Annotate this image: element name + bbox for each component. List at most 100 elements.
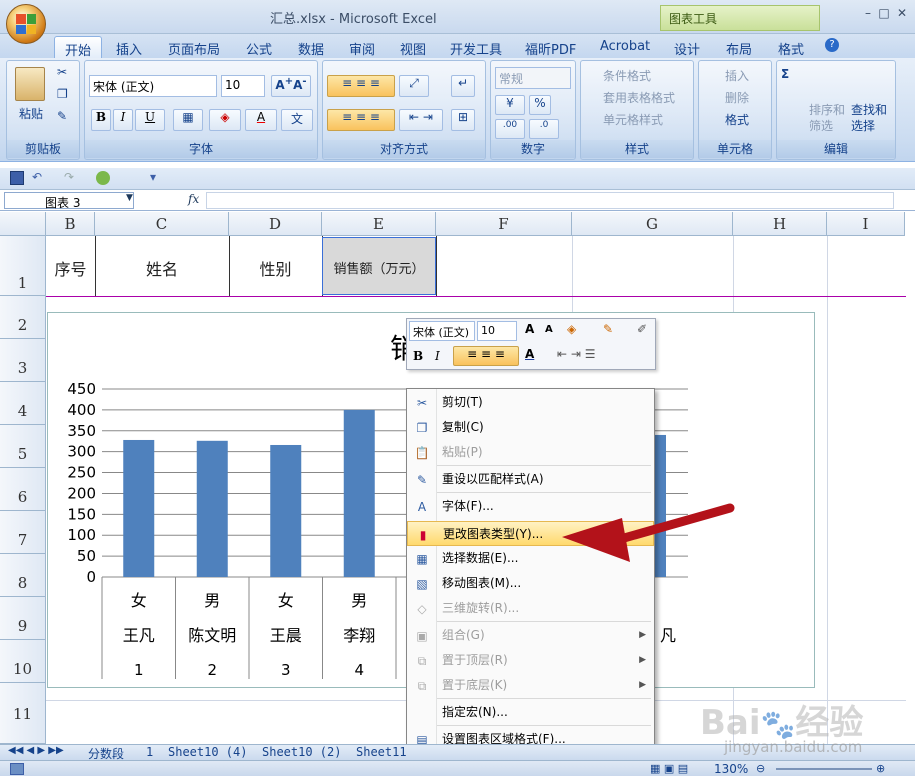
tab-format[interactable]: 格式	[768, 36, 814, 58]
menu-item-copy[interactable]: ❐ 复制(C)	[407, 415, 654, 440]
redo-icon[interactable]: ↷	[64, 170, 74, 184]
menu-item-reset-style[interactable]: ✎ 重设以匹配样式(A)	[407, 467, 654, 492]
accounting-format-button[interactable]: ¥	[495, 95, 525, 115]
sheet-nav-icons[interactable]: ◀◀ ◀ ▶ ▶▶	[8, 745, 64, 756]
name-box-dropdown-icon[interactable]: ▼	[126, 193, 133, 203]
row-header-8[interactable]: 8	[0, 554, 46, 597]
row-header-3[interactable]: 3	[0, 339, 46, 382]
horizontal-align-buttons[interactable]: ≡ ≡ ≡	[327, 109, 395, 131]
font-name-box[interactable]: 宋体 (正文)	[89, 75, 217, 97]
sheet-tab-5[interactable]: Sheet11	[352, 745, 411, 760]
menu-item-rotate-3d[interactable]: ◇ 三维旋转(R)...	[407, 596, 654, 621]
font-color-button[interactable]: A	[245, 109, 277, 131]
row-header-1[interactable]: 1	[0, 236, 46, 296]
help-icon[interactable]: ?	[825, 38, 839, 52]
name-box[interactable]: 图表 3	[4, 192, 134, 210]
sort-filter-button[interactable]: 排序和	[809, 101, 845, 118]
zoom-out-icon[interactable]: ⊖	[756, 762, 765, 775]
sum-button[interactable]: Σ	[781, 67, 789, 81]
font-grow-shrink-button[interactable]: A+A-	[271, 75, 311, 97]
tab-page-layout[interactable]: 页面布局	[158, 36, 230, 58]
phonetic-button[interactable]: 文	[281, 109, 313, 131]
sheet-tab-6[interactable]	[660, 745, 668, 760]
mini-fill-color-icon[interactable]: ◈	[567, 322, 576, 336]
column-header-c[interactable]: C	[95, 212, 229, 236]
tab-insert[interactable]: 插入	[106, 36, 152, 58]
tab-acrobat[interactable]: Acrobat	[590, 36, 660, 58]
mini-highlight-icon[interactable]: ✎	[603, 322, 613, 336]
number-format-box[interactable]: 常规	[495, 67, 571, 89]
tab-view[interactable]: 视图	[390, 36, 436, 58]
bar[interactable]	[270, 444, 302, 577]
increase-decimal-button[interactable]: .00	[495, 119, 525, 139]
delete-cells-button[interactable]: 删除	[725, 89, 749, 106]
tab-foxit-pdf[interactable]: 福昕PDF	[515, 36, 586, 58]
row-header-7[interactable]: 7	[0, 511, 46, 554]
format-cells-button[interactable]: 格式	[725, 111, 749, 128]
mini-format-painter-icon[interactable]: ✐	[637, 322, 647, 336]
column-header-f[interactable]: F	[436, 212, 572, 236]
bold-button[interactable]: B	[91, 109, 111, 131]
mini-bold-button[interactable]: B	[413, 349, 423, 363]
bar[interactable]	[123, 439, 155, 577]
row-header-5[interactable]: 5	[0, 425, 46, 468]
column-header-i[interactable]: I	[827, 212, 905, 236]
cut-icon[interactable]: ✂	[57, 65, 67, 79]
tab-review[interactable]: 审阅	[339, 36, 385, 58]
mini-font-name[interactable]: 宋体 (正文)	[409, 321, 475, 341]
undo-icon[interactable]: ↶	[32, 170, 42, 184]
indent-buttons[interactable]: ⇤ ⇥	[399, 109, 443, 131]
menu-item-macro[interactable]: 指定宏(N)...	[407, 700, 654, 725]
close-button[interactable]: ✕	[890, 6, 914, 24]
office-button[interactable]	[6, 4, 46, 44]
function-icon[interactable]: fx	[188, 192, 199, 206]
formula-input[interactable]	[206, 192, 894, 209]
row-header-11[interactable]: 11	[0, 683, 46, 744]
vertical-align-buttons[interactable]: ≡ ≡ ≡	[327, 75, 395, 97]
cell-e1[interactable]: 销售额（万元）	[322, 237, 436, 295]
row-header-10[interactable]: 10	[0, 640, 46, 683]
tab-data[interactable]: 数据	[288, 36, 334, 58]
bar[interactable]	[196, 440, 228, 577]
fill-color-button[interactable]: ◈	[209, 109, 241, 131]
column-header-d[interactable]: D	[229, 212, 322, 236]
menu-item-paste[interactable]: 📋 粘贴(P)	[407, 440, 654, 465]
menu-item-move-chart[interactable]: ▧ 移动图表(M)...	[407, 571, 654, 596]
format-as-table-button[interactable]: 套用表格格式	[603, 89, 675, 106]
record-macro-icon[interactable]	[10, 763, 24, 775]
menu-item-send-back[interactable]: ⧉ 置于底层(K) ▶	[407, 673, 654, 698]
tab-formulas[interactable]: 公式	[236, 36, 282, 58]
row-header-4[interactable]: 4	[0, 382, 46, 425]
font-size-box[interactable]: 10	[221, 75, 265, 97]
merge-center-button[interactable]: ⊞	[451, 109, 475, 131]
cell-d1[interactable]: 性别	[229, 256, 322, 280]
zoom-level[interactable]: 130%	[714, 762, 748, 776]
sheet-tab-3[interactable]: Sheet10 (4)	[164, 745, 251, 760]
find-select-button[interactable]: 查找和	[851, 101, 887, 118]
mini-shrink-font-button[interactable]: A	[545, 324, 553, 335]
column-header-h[interactable]: H	[733, 212, 827, 236]
paste-icon[interactable]	[15, 67, 45, 101]
save-icon[interactable]	[10, 171, 24, 185]
wrap-text-button[interactable]: ↵	[451, 75, 475, 97]
mini-grow-font-button[interactable]: A	[525, 322, 534, 336]
tab-developer[interactable]: 开发工具	[440, 36, 512, 58]
conditional-format-button[interactable]: 条件格式	[603, 67, 651, 84]
tab-design[interactable]: 设计	[664, 36, 710, 58]
column-header-b[interactable]: B	[46, 212, 95, 236]
customize-qat-icon[interactable]: ▾	[150, 170, 156, 184]
refresh-icon[interactable]	[96, 171, 110, 185]
zoom-slider[interactable]	[776, 768, 872, 770]
underline-button[interactable]: U	[135, 109, 165, 131]
cell-b1[interactable]: 序号	[46, 256, 95, 280]
paste-label[interactable]: 粘贴	[19, 105, 43, 122]
tab-chart-layout[interactable]: 布局	[716, 36, 762, 58]
row-header-6[interactable]: 6	[0, 468, 46, 511]
select-all-corner[interactable]	[0, 212, 46, 236]
sheet-tab-4[interactable]: Sheet10 (2)	[258, 745, 345, 760]
tab-home[interactable]: 开始	[54, 36, 103, 59]
column-header-g[interactable]: G	[572, 212, 733, 236]
decrease-decimal-button[interactable]: .0	[529, 119, 559, 139]
mini-font-color-icon[interactable]: A	[525, 347, 534, 361]
view-buttons[interactable]: ▦ ▣ ▤	[650, 762, 688, 775]
